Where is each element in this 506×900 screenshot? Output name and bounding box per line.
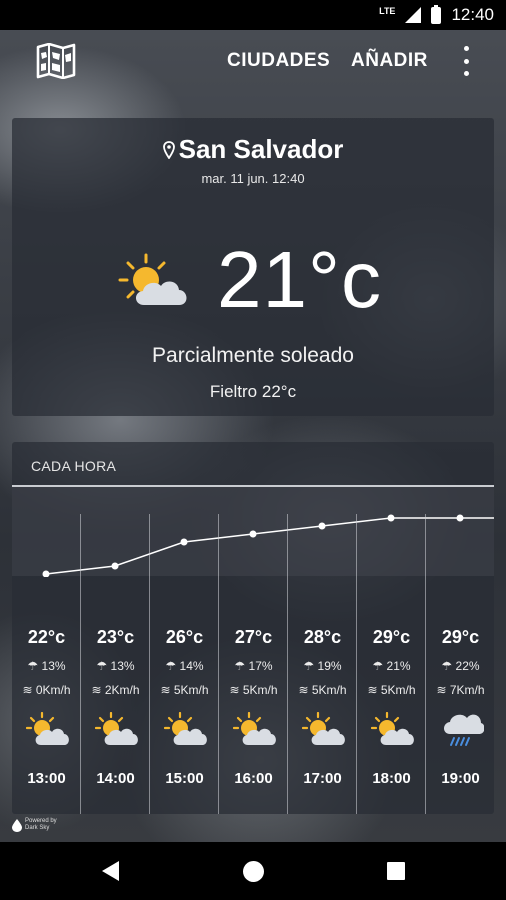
hour-temperature: 29°c xyxy=(372,627,411,647)
rain-cloud-icon xyxy=(444,714,484,746)
weather-summary: Parcialmente soleado xyxy=(152,344,354,367)
umbrella-icon: ☂ xyxy=(372,659,384,673)
hour-column: 27°c ☂ 17% ≋ 5Km/h 16:00 xyxy=(219,487,288,814)
wind-icon: ≋ xyxy=(367,683,378,697)
hour-column: 28°c ☂ 19% ≋ 5Km/h 17:00 xyxy=(288,487,357,814)
hour-time: 15:00 xyxy=(165,770,204,787)
partly-sunny-icon xyxy=(95,712,138,745)
umbrella-icon: ☂ xyxy=(27,659,39,673)
city-heading[interactable]: San Salvador xyxy=(12,134,494,165)
hour-column: 22°c ☂ 13% ≋ 0Km/h 13:00 xyxy=(12,487,81,814)
umbrella-icon: ☂ xyxy=(96,659,108,673)
wind-icon: ≋ xyxy=(229,683,240,697)
recents-square-icon[interactable] xyxy=(387,862,405,880)
hour-temperature: 22°c xyxy=(27,627,66,647)
app-bar: CIUDADES AÑADIR xyxy=(0,30,506,92)
hour-wind-speed: ≋ 5Km/h xyxy=(229,683,278,697)
hour-wind-speed: ≋ 5Km/h xyxy=(367,683,416,697)
hour-rain-chance: ☂ 22% xyxy=(441,659,480,673)
hour-time: 18:00 xyxy=(372,770,411,787)
hour-column: 29°c ☂ 21% ≋ 5Km/h 18:00 xyxy=(357,487,426,814)
hourly-forecast-card[interactable]: CADA HORA 22°c ☂ 13% ≋ 0Km/h 13:00 23°c … xyxy=(12,442,494,814)
powered-by-label: Powered by xyxy=(25,818,57,824)
feels-like: Fieltro 22°c xyxy=(209,382,297,401)
hour-temperature: 26°c xyxy=(165,627,204,647)
home-circle-icon[interactable] xyxy=(243,861,264,882)
kebab-menu-icon[interactable] xyxy=(458,46,474,76)
hour-rain-chance: ☂ 21% xyxy=(372,659,411,673)
powered-by-dark-sky[interactable]: Powered by Dark Sky xyxy=(12,818,57,832)
wind-icon: ≋ xyxy=(91,683,102,697)
hour-time: 16:00 xyxy=(234,770,273,787)
partly-sunny-icon xyxy=(371,712,414,745)
dark-sky-label: Dark Sky xyxy=(25,825,50,831)
hour-temperature: 23°c xyxy=(96,627,135,647)
wind-icon: ≋ xyxy=(160,683,171,697)
dark-sky-drop-icon xyxy=(12,818,22,832)
hour-wind-speed: ≋ 5Km/h xyxy=(160,683,209,697)
hour-wind-speed: ≋ 2Km/h xyxy=(91,683,140,697)
umbrella-icon: ☂ xyxy=(441,659,453,673)
wind-icon: ≋ xyxy=(298,683,309,697)
hourly-title: CADA HORA xyxy=(31,458,117,474)
back-triangle-icon[interactable] xyxy=(102,861,119,881)
partly-sunny-icon xyxy=(118,253,187,305)
hour-rain-chance: ☂ 19% xyxy=(303,659,342,673)
status-bar: LTE 12:40 xyxy=(0,0,506,30)
partly-sunny-icon xyxy=(164,712,207,745)
hour-temperature: 29°c xyxy=(441,627,480,647)
partly-sunny-icon xyxy=(302,712,345,745)
current-temperature: 21°c xyxy=(217,235,382,324)
network-type: LTE xyxy=(379,6,396,16)
hour-wind-speed: ≋ 7Km/h xyxy=(436,683,485,697)
hour-column: 29°c ☂ 22% ≋ 7Km/h 19:00 xyxy=(426,487,494,814)
battery-icon xyxy=(431,4,442,24)
hour-column: 23°c ☂ 13% ≋ 2Km/h 14:00 xyxy=(81,487,150,814)
status-time: 12:40 xyxy=(451,5,494,24)
umbrella-icon: ☂ xyxy=(165,659,177,673)
add-city-button[interactable]: AÑADIR xyxy=(351,50,428,72)
current-weather-card: San Salvador mar. 11 jun. 12:40 21°c Par… xyxy=(12,118,494,416)
hour-time: 13:00 xyxy=(27,770,66,787)
current-datetime: mar. 11 jun. 12:40 xyxy=(201,171,305,186)
umbrella-icon: ☂ xyxy=(303,659,315,673)
wind-icon: ≋ xyxy=(436,683,447,697)
hour-temperature: 28°c xyxy=(303,627,342,647)
cities-button[interactable]: CIUDADES xyxy=(227,50,330,72)
city-name: San Salvador xyxy=(178,134,344,164)
hour-rain-chance: ☂ 13% xyxy=(96,659,135,673)
hour-column: 26°c ☂ 14% ≋ 5Km/h 15:00 xyxy=(150,487,219,814)
location-pin-icon xyxy=(162,141,175,159)
hour-wind-speed: ≋ 0Km/h xyxy=(22,683,71,697)
wind-icon: ≋ xyxy=(22,683,33,697)
hour-rain-chance: ☂ 13% xyxy=(27,659,66,673)
hour-time: 14:00 xyxy=(96,770,135,787)
hour-time: 17:00 xyxy=(303,770,342,787)
hour-temperature: 27°c xyxy=(234,627,273,647)
partly-sunny-icon xyxy=(26,712,69,745)
hour-rain-chance: ☂ 14% xyxy=(165,659,204,673)
hour-wind-speed: ≋ 5Km/h xyxy=(298,683,347,697)
signal-icon xyxy=(405,7,422,23)
hour-time: 19:00 xyxy=(441,770,480,787)
system-nav-bar xyxy=(0,842,506,900)
umbrella-icon: ☂ xyxy=(234,659,246,673)
partly-sunny-icon xyxy=(233,712,276,745)
hour-rain-chance: ☂ 17% xyxy=(234,659,273,673)
folded-map-icon[interactable] xyxy=(36,43,76,79)
